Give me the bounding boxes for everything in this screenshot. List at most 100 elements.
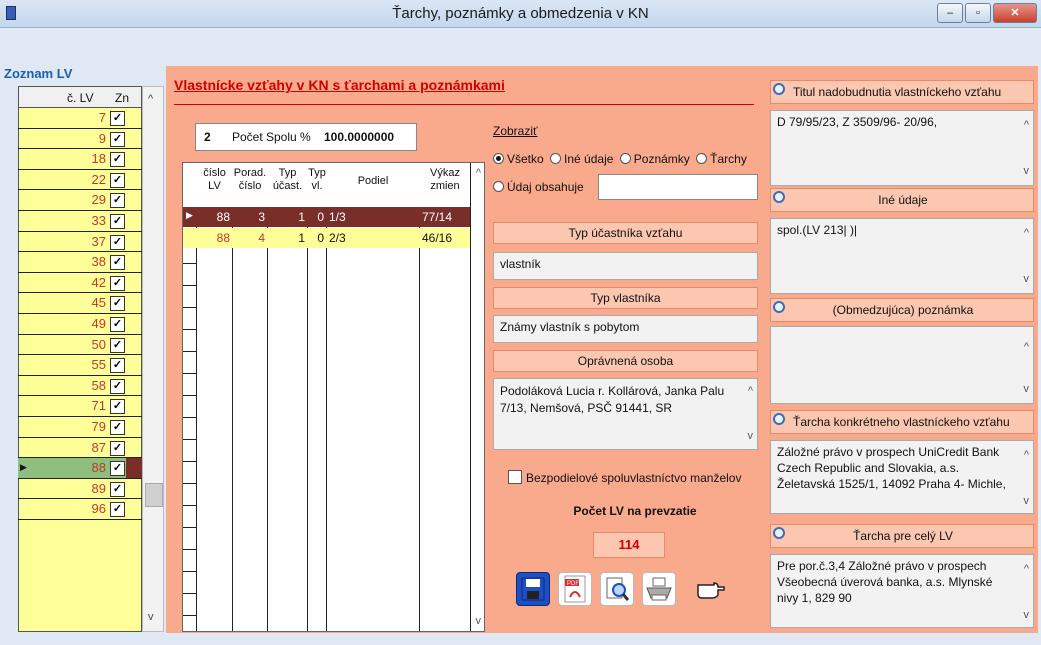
- radio-poznamky[interactable]: Poznámky: [619, 152, 690, 166]
- scroll-up-icon[interactable]: ^: [1024, 561, 1029, 577]
- grid-row-tick: [183, 571, 196, 572]
- typ-ucastnika-value: vlastník: [493, 252, 758, 280]
- zn-checkbox[interactable]: ✓: [110, 502, 125, 518]
- list-item[interactable]: 9 ✓: [18, 129, 142, 150]
- zn-checkbox[interactable]: ✓: [110, 214, 125, 229]
- list-item[interactable]: 55 ✓: [18, 355, 142, 376]
- minimize-button[interactable]: –: [937, 3, 963, 23]
- list-item[interactable]: 89 ✓: [18, 479, 142, 500]
- close-button[interactable]: ✕: [993, 3, 1037, 23]
- radio-vsetko[interactable]: Všetko: [493, 152, 544, 166]
- typ-vlastnika-label: Typ vlastníka: [493, 287, 758, 309]
- heading-underline: [174, 104, 754, 105]
- scroll-up-icon[interactable]: ^: [1024, 117, 1029, 133]
- count-label: Počet: [232, 130, 263, 144]
- radio-udaj-obsahuje[interactable]: Údaj obsahuje: [493, 180, 584, 194]
- checkbox-box[interactable]: [508, 470, 522, 484]
- preview-icon[interactable]: [600, 572, 634, 606]
- zn-checkbox[interactable]: ✓: [110, 111, 125, 126]
- list-item[interactable]: 45 ✓: [18, 293, 142, 314]
- lv-number: 96: [91, 501, 106, 517]
- cell-typ-vl: 0: [317, 210, 324, 224]
- zn-checkbox[interactable]: ✓: [110, 296, 125, 312]
- scroll-up-icon[interactable]: ^: [748, 383, 753, 400]
- zn-checkbox[interactable]: ✓: [110, 172, 125, 188]
- lv-number: 33: [91, 213, 106, 228]
- scroll-up-icon[interactable]: ^: [1024, 447, 1029, 463]
- list-item[interactable]: 37 ✓: [18, 232, 142, 253]
- zn-checkbox[interactable]: ✓: [110, 358, 125, 374]
- grid-scroll-up-icon[interactable]: ^: [476, 167, 481, 179]
- list-item[interactable]: 87 ✓: [18, 438, 142, 459]
- opravnena-osoba-label: Oprávnená osoba: [493, 350, 758, 372]
- table-row[interactable]: 88 4 1 0 2/3 46/16: [183, 228, 470, 248]
- grid-row-tick: [183, 395, 196, 396]
- udaj-obsahuje-input[interactable]: [598, 174, 758, 200]
- zn-checkbox[interactable]: ✓: [110, 317, 125, 332]
- scroll-up-icon[interactable]: ^: [1024, 339, 1029, 355]
- save-icon[interactable]: [516, 572, 550, 606]
- list-item[interactable]: 7 ✓: [18, 108, 142, 129]
- zn-checkbox[interactable]: ✓: [110, 461, 125, 477]
- table-row[interactable]: ▶ 88 3 1 0 1/3 77/14: [183, 207, 470, 227]
- zn-checkbox[interactable]: ✓: [110, 131, 125, 147]
- lv-number: 50: [91, 336, 106, 352]
- scroll-down-icon[interactable]: v: [1024, 163, 1030, 179]
- scroll-down-icon[interactable]: v: [1024, 493, 1030, 509]
- zn-checkbox[interactable]: ✓: [110, 234, 125, 250]
- scroll-down-icon[interactable]: v: [1024, 381, 1030, 397]
- zn-checkbox[interactable]: ✓: [110, 152, 125, 168]
- print-icon[interactable]: [642, 572, 676, 606]
- typ-ucastnika-label: Typ účastníka vzťahu: [493, 222, 758, 244]
- magnifier-icon[interactable]: [773, 413, 785, 425]
- lv-list-scrollbar[interactable]: ^ v: [142, 86, 164, 632]
- zn-checkbox[interactable]: ✓: [110, 255, 125, 271]
- list-item[interactable]: 58 ✓: [18, 376, 142, 397]
- zn-checkbox[interactable]: ✓: [110, 440, 125, 456]
- zn-checkbox[interactable]: ✓: [110, 481, 125, 497]
- lv-number: 49: [91, 316, 106, 331]
- zn-checkbox[interactable]: ✓: [110, 420, 125, 435]
- zn-checkbox[interactable]: ✓: [110, 275, 125, 291]
- scrollbar-thumb[interactable]: [145, 483, 163, 507]
- radio-ine-udaje[interactable]: Iné údaje: [550, 152, 613, 166]
- scroll-down-icon[interactable]: v: [1024, 271, 1030, 287]
- list-item[interactable]: ▶ 88 ✓: [18, 458, 142, 479]
- lv-number: 18: [91, 151, 106, 167]
- list-item[interactable]: 71 ✓: [18, 396, 142, 417]
- list-item[interactable]: 29 ✓: [18, 190, 142, 211]
- zn-checkbox[interactable]: ✓: [110, 378, 125, 394]
- radio-tarchy[interactable]: Ťarchy: [696, 152, 747, 166]
- cell-podiel: 2/3: [329, 231, 346, 245]
- scroll-up-icon[interactable]: ^: [1024, 225, 1029, 241]
- bezpodiel-checkbox[interactable]: Bezpodielové spoluvlastníctvo manželov: [508, 470, 741, 485]
- zn-checkbox[interactable]: ✓: [110, 337, 125, 353]
- list-item[interactable]: 49 ✓: [18, 314, 142, 335]
- magnifier-icon[interactable]: [773, 83, 785, 95]
- grid-row-tick: [183, 615, 196, 616]
- grid-scroll-down-icon[interactable]: v: [476, 615, 482, 627]
- scroll-down-icon[interactable]: v: [148, 611, 154, 623]
- list-item[interactable]: 38 ✓: [18, 252, 142, 273]
- list-item[interactable]: 50 ✓: [18, 335, 142, 356]
- scroll-down-icon[interactable]: v: [1024, 607, 1030, 623]
- zn-checkbox[interactable]: ✓: [110, 399, 125, 415]
- list-item[interactable]: 22 ✓: [18, 170, 142, 191]
- list-item[interactable]: 33 ✓: [18, 211, 142, 232]
- list-item[interactable]: 79 ✓: [18, 417, 142, 438]
- maximize-button[interactable]: ▫: [965, 3, 991, 23]
- pointer-hand-icon[interactable]: [694, 572, 728, 606]
- lv-number: 42: [91, 274, 106, 290]
- list-item[interactable]: 42 ✓: [18, 273, 142, 294]
- col-lv-header: č. LV: [67, 91, 94, 105]
- scroll-up-icon[interactable]: ^: [148, 93, 153, 105]
- cell-typ-ucast: 1: [298, 210, 305, 224]
- pdf-icon[interactable]: PDF: [558, 572, 592, 606]
- tarcha-lv-header: Ťarcha pre celý LV: [770, 524, 1034, 548]
- ownership-grid[interactable]: číslo LV Porad. číslo Typ účast. Typ vl.…: [182, 162, 485, 632]
- scroll-down-icon[interactable]: v: [748, 428, 754, 445]
- list-item[interactable]: 18 ✓: [18, 149, 142, 170]
- tarcha-lv-label: Ťarcha pre celý LV: [853, 529, 953, 543]
- zn-checkbox[interactable]: ✓: [110, 193, 125, 209]
- list-item[interactable]: 96 ✓: [18, 499, 142, 520]
